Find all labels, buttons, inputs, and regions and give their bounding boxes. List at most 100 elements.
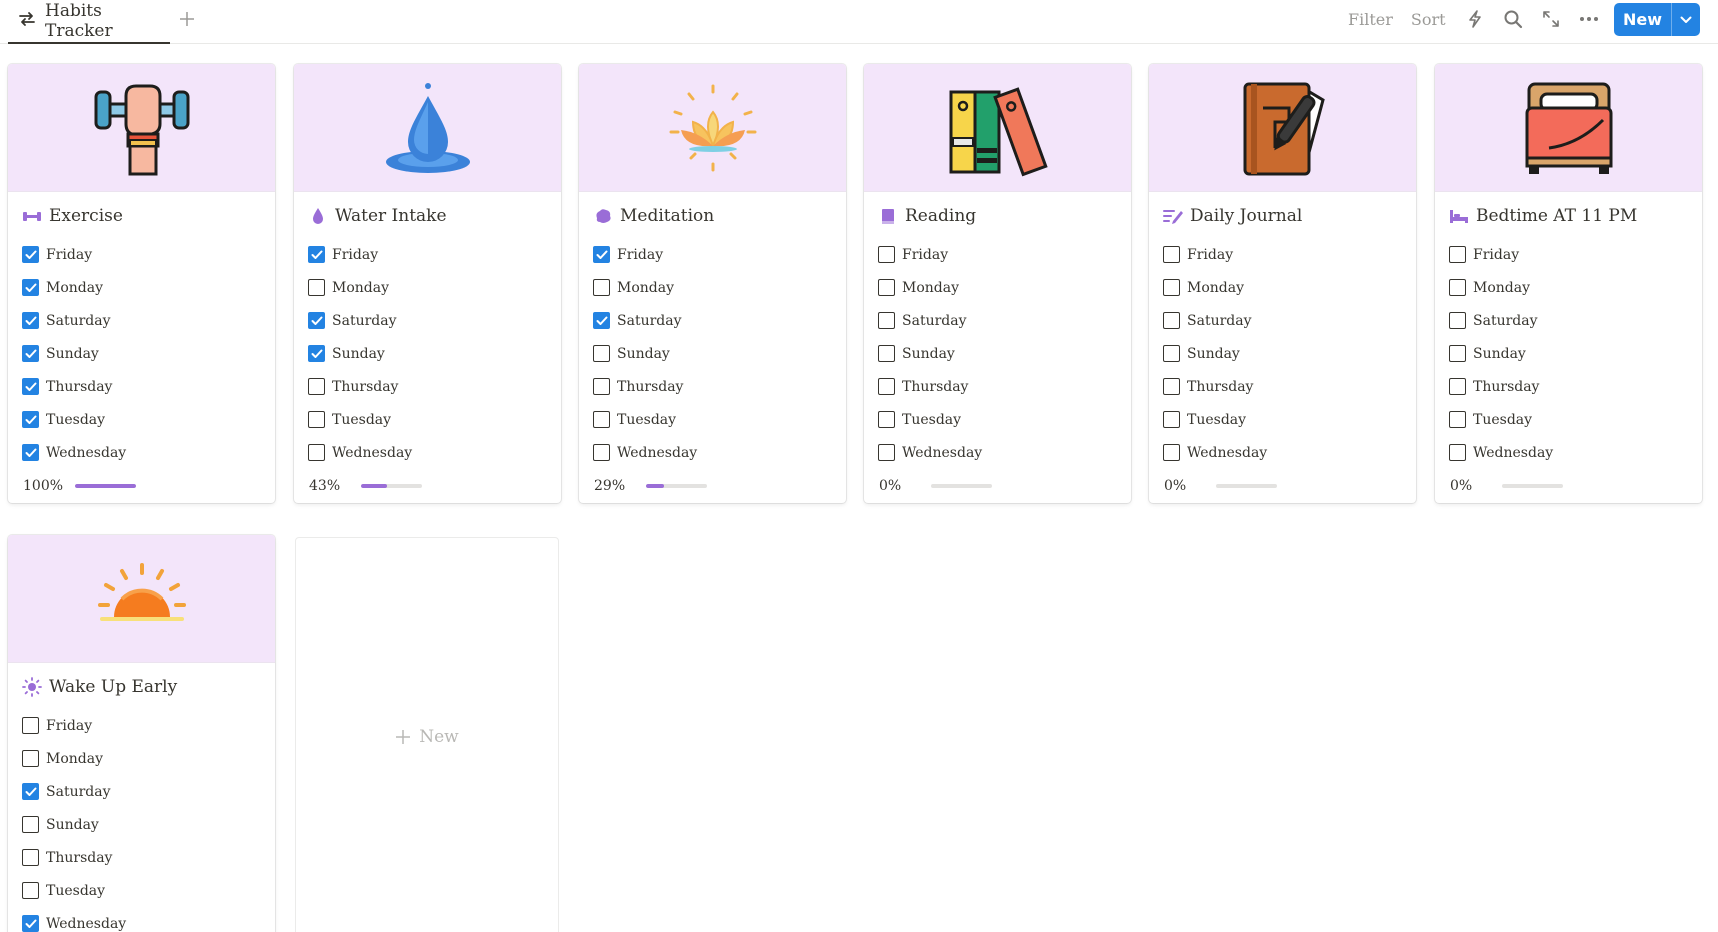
automation-lightning-icon[interactable] [1464,8,1486,30]
checked-checkbox[interactable] [593,246,610,263]
unchecked-checkbox[interactable] [878,444,895,461]
habit-card[interactable]: Meditation Friday Monday Saturday Sunday… [579,64,846,503]
habit-card[interactable]: Exercise Friday Monday Saturday Sunday T… [8,64,275,503]
checked-checkbox[interactable] [22,378,39,395]
checked-checkbox[interactable] [22,444,39,461]
unchecked-checkbox[interactable] [22,849,39,866]
unchecked-checkbox[interactable] [1449,312,1466,329]
day-label: Thursday [46,378,113,395]
card-title-row[interactable]: Wake Up Early [8,665,275,709]
sort-button[interactable]: Sort [1411,10,1446,29]
unchecked-checkbox[interactable] [308,411,325,428]
unchecked-checkbox[interactable] [593,411,610,428]
day-row: Friday [8,238,275,271]
habit-card[interactable]: Water Intake Friday Monday Saturday Sund… [294,64,561,503]
unchecked-checkbox[interactable] [1163,246,1180,263]
unchecked-checkbox[interactable] [1163,345,1180,362]
checked-checkbox[interactable] [308,345,325,362]
unchecked-checkbox[interactable] [1449,246,1466,263]
progress-bar [75,484,136,488]
day-label: Wednesday [1473,444,1554,461]
unchecked-checkbox[interactable] [1449,411,1466,428]
more-options-icon[interactable] [1578,8,1600,30]
card-title-row[interactable]: Reading [864,194,1131,238]
view-tab-habits-tracker[interactable]: Habits Tracker [8,0,170,44]
unchecked-checkbox[interactable] [878,345,895,362]
checked-checkbox[interactable] [22,915,39,932]
unchecked-checkbox[interactable] [1449,378,1466,395]
card-title: Daily Journal [1190,206,1303,226]
habit-card[interactable]: Reading Friday Monday Saturday Sunday Th… [864,64,1131,503]
checked-checkbox[interactable] [22,783,39,800]
progress-percent: 43% [309,478,341,494]
expand-icon[interactable] [1540,8,1562,30]
unchecked-checkbox[interactable] [1449,444,1466,461]
unchecked-checkbox[interactable] [593,444,610,461]
progress-bar [1502,484,1563,488]
day-label: Sunday [1473,345,1526,362]
day-label: Sunday [332,345,385,362]
day-row: Sunday [864,337,1131,370]
unchecked-checkbox[interactable] [1163,312,1180,329]
unchecked-checkbox[interactable] [22,750,39,767]
day-row: Monday [1435,271,1702,304]
unchecked-checkbox[interactable] [1163,444,1180,461]
chevron-down-icon[interactable] [1672,16,1700,24]
unchecked-checkbox[interactable] [22,882,39,899]
card-title-row[interactable]: Exercise [8,194,275,238]
checked-checkbox[interactable] [22,411,39,428]
card-title: Reading [905,206,977,226]
unchecked-checkbox[interactable] [308,444,325,461]
unchecked-checkbox[interactable] [593,378,610,395]
checked-checkbox[interactable] [308,246,325,263]
unchecked-checkbox[interactable] [308,279,325,296]
add-new-card[interactable]: New [295,537,559,932]
new-button[interactable]: New [1614,3,1700,36]
habit-card[interactable]: Bedtime AT 11 PM Friday Monday Saturday … [1435,64,1702,503]
unchecked-checkbox[interactable] [878,312,895,329]
unchecked-checkbox[interactable] [593,345,610,362]
sun-icon [21,676,43,698]
habit-card[interactable]: Daily Journal Friday Monday Saturday Sun… [1149,64,1416,503]
unchecked-checkbox[interactable] [878,411,895,428]
checked-checkbox[interactable] [22,246,39,263]
checked-checkbox[interactable] [22,312,39,329]
checked-checkbox[interactable] [22,279,39,296]
habit-card[interactable]: Wake Up Early Friday Monday Saturday Sun… [8,535,275,932]
unchecked-checkbox[interactable] [22,816,39,833]
unchecked-checkbox[interactable] [878,246,895,263]
day-row: Thursday [294,370,561,403]
search-icon[interactable] [1502,8,1524,30]
unchecked-checkbox[interactable] [878,279,895,296]
card-title-row[interactable]: Meditation [579,194,846,238]
unchecked-checkbox[interactable] [1163,411,1180,428]
unchecked-checkbox[interactable] [1163,279,1180,296]
day-label: Friday [332,246,379,263]
unchecked-checkbox[interactable] [308,378,325,395]
day-row: Tuesday [294,403,561,436]
card-cover-dumbbell-arm-illustration [8,64,275,192]
unchecked-checkbox[interactable] [1449,345,1466,362]
unchecked-checkbox[interactable] [1449,279,1466,296]
day-row: Friday [1435,238,1702,271]
day-label: Sunday [902,345,955,362]
card-title: Meditation [620,206,715,226]
card-title-row[interactable]: Daily Journal [1149,194,1416,238]
card-title-row[interactable]: Bedtime AT 11 PM [1435,194,1702,238]
day-row: Sunday [1435,337,1702,370]
board-view-icon [17,9,37,33]
checked-checkbox[interactable] [593,312,610,329]
unchecked-checkbox[interactable] [22,717,39,734]
unchecked-checkbox[interactable] [1163,378,1180,395]
unchecked-checkbox[interactable] [878,378,895,395]
checked-checkbox[interactable] [22,345,39,362]
filter-button[interactable]: Filter [1348,10,1393,29]
day-row: Tuesday [864,403,1131,436]
checked-checkbox[interactable] [308,312,325,329]
day-row: Tuesday [1435,403,1702,436]
add-view-button[interactable] [176,8,198,30]
day-row: Friday [864,238,1131,271]
unchecked-checkbox[interactable] [593,279,610,296]
card-title-row[interactable]: Water Intake [294,194,561,238]
progress-percent: 100% [23,478,64,494]
